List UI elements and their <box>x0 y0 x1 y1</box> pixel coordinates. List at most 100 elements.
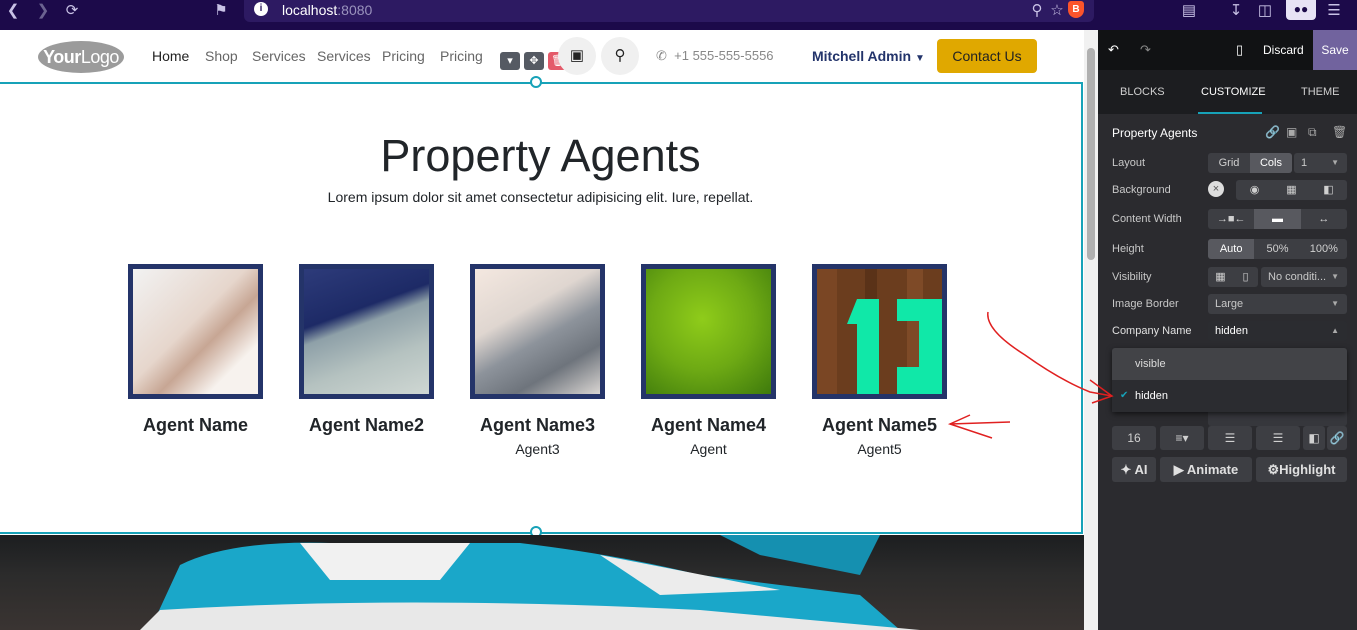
check-icon: ✔ <box>1120 390 1129 401</box>
agent-photo[interactable] <box>641 264 776 399</box>
forward-icon[interactable]: ❯ <box>34 0 52 20</box>
agent-photo[interactable] <box>470 264 605 399</box>
undo-icon[interactable]: ↶ <box>1108 30 1119 70</box>
scrollbar-thumb[interactable] <box>1087 48 1095 260</box>
redo-icon[interactable]: ↷ <box>1140 30 1151 70</box>
tab-theme[interactable]: THEME <box>1301 86 1340 98</box>
agent-role[interactable]: Agent3 <box>452 441 623 457</box>
link-icon[interactable]: 🔗 <box>1327 426 1347 450</box>
height-label: Height <box>1112 243 1144 255</box>
shape-icon[interactable]: ◧ <box>1310 180 1347 200</box>
brave-icon[interactable]: B <box>1068 1 1084 18</box>
nav-item-pricing[interactable]: Pricing <box>382 48 425 64</box>
background-options: ◉ ▦ ◧ <box>1236 180 1347 200</box>
agent-card: Agent Name4 Agent <box>623 264 794 457</box>
site-info-icon[interactable]: i <box>254 2 268 16</box>
width-small-icon[interactable]: →■← <box>1208 209 1254 229</box>
company-name-select[interactable]: hidden ▲ <box>1208 321 1347 341</box>
discard-button[interactable]: Discard <box>1263 30 1304 70</box>
nav-item-pricing-2[interactable]: Pricing <box>440 48 483 64</box>
bookmark-icon[interactable]: ⚑ <box>212 0 230 20</box>
agent-name[interactable]: Agent Name3 <box>452 415 623 436</box>
bullet-list-icon[interactable]: ☰ <box>1208 426 1252 450</box>
align-center-icon[interactable]: ≡▾ <box>1160 426 1204 450</box>
move-icon[interactable]: ✥ <box>524 52 544 70</box>
address-bar[interactable]: i localhost:8080 ⚲ ☆ B <box>244 0 1094 22</box>
editor-topbar: ↶ ↷ ▯ Discard Save <box>1098 30 1357 70</box>
back-icon[interactable]: ❮ <box>4 0 22 20</box>
nav-item-shop[interactable]: Shop <box>205 48 238 64</box>
reader-icon[interactable]: ▤ <box>1180 0 1198 20</box>
annotation-arrows <box>947 311 1114 439</box>
duplicate-icon[interactable]: ⧉ <box>1308 125 1317 140</box>
search-icon[interactable]: ⚲ <box>601 37 639 75</box>
site-logo[interactable]: YourLogo <box>38 41 124 73</box>
sidebar-icon[interactable]: ◫ <box>1256 0 1274 20</box>
layout-grid-option[interactable]: Grid <box>1208 153 1250 173</box>
agent-photo[interactable] <box>299 264 434 399</box>
save-block-icon[interactable]: ▣ <box>1286 125 1297 139</box>
star-icon[interactable]: ☆ <box>1048 0 1066 20</box>
animate-button[interactable]: ▶ Animate <box>1160 457 1252 482</box>
nav-item-home[interactable]: Home <box>152 48 189 64</box>
layout-cols-option[interactable]: Cols <box>1250 153 1292 173</box>
sneaker-image <box>140 535 920 630</box>
agent-photo-wood-image <box>817 269 942 394</box>
color-swatch-icon[interactable]: × <box>1208 181 1224 197</box>
nav-item-services-2[interactable]: Services <box>317 48 371 64</box>
active-tab-indicator <box>1198 112 1262 114</box>
link-icon[interactable]: 🔗 <box>1265 125 1280 139</box>
numbered-list-icon[interactable]: ☰ <box>1256 426 1300 450</box>
contact-us-button[interactable]: Contact Us <box>937 39 1037 73</box>
image-border-select[interactable]: Large ▼ <box>1208 294 1347 314</box>
section-subtitle[interactable]: Lorem ipsum dolor sit amet consectetur a… <box>0 189 1081 205</box>
mobile-hidden-icon[interactable]: ▯ <box>1233 267 1258 287</box>
width-regular-icon[interactable]: ▬ <box>1254 209 1301 229</box>
user-menu[interactable]: Mitchell Admin ▼ <box>812 48 925 64</box>
hero-image-section[interactable] <box>0 535 1084 630</box>
chevron-down-icon[interactable]: ▾ <box>500 52 520 70</box>
tab-customize[interactable]: CUSTOMIZE <box>1201 86 1266 98</box>
agent-name[interactable]: Agent Name4 <box>623 415 794 436</box>
caret-down-icon: ▼ <box>1331 272 1339 281</box>
width-full-icon[interactable]: ↔ <box>1301 209 1347 229</box>
agent-photo[interactable] <box>812 264 947 399</box>
section-title[interactable]: Property Agents <box>0 130 1081 182</box>
columns-select[interactable]: 1 ▼ <box>1294 153 1347 173</box>
reload-icon[interactable]: ⟳ <box>62 0 82 20</box>
caret-down-icon: ▼ <box>1331 158 1339 167</box>
trash-icon[interactable]: 🗑 <box>1332 125 1347 139</box>
dropdown-option-visible[interactable]: visible <box>1112 348 1347 380</box>
dropdown-option-hidden[interactable]: ✔ hidden <box>1112 380 1347 412</box>
phone-icon: ✆ <box>656 48 667 63</box>
image-icon[interactable]: ◧ <box>1303 426 1325 450</box>
cart-icon[interactable]: ▣ <box>558 37 596 75</box>
height-50-option[interactable]: 50% <box>1254 239 1300 259</box>
height-auto-option[interactable]: Auto <box>1208 239 1255 259</box>
editor-tabs: BLOCKS CUSTOMIZE THEME <box>1098 70 1357 114</box>
agent-role[interactable]: Agent <box>623 441 794 457</box>
camera-icon[interactable]: ◉ <box>1236 180 1273 200</box>
height-100-option[interactable]: 100% <box>1301 239 1347 259</box>
desktop-hidden-icon[interactable]: ▦ <box>1208 267 1233 287</box>
resize-handle-top[interactable] <box>530 76 542 88</box>
nav-item-services[interactable]: Services <box>252 48 306 64</box>
url-port: :8080 <box>337 2 373 18</box>
tab-blocks[interactable]: BLOCKS <box>1120 86 1165 98</box>
downloads-icon[interactable]: ↧ <box>1227 0 1245 20</box>
agent-name[interactable]: Agent Name2 <box>281 415 452 436</box>
highlight-button[interactable]: ⚙Highlight <box>1256 457 1347 482</box>
glasses-icon[interactable]: ●● <box>1286 0 1316 20</box>
ai-button[interactable]: ✦ AI <box>1112 457 1156 482</box>
mobile-preview-icon[interactable]: ▯ <box>1236 30 1243 70</box>
menu-icon[interactable]: ☰ <box>1325 0 1343 20</box>
agent-name[interactable]: Agent Name <box>110 415 281 436</box>
zoom-icon[interactable]: ⚲ <box>1028 0 1046 20</box>
agents-section[interactable]: Property Agents Lorem ipsum dolor sit am… <box>0 76 1083 538</box>
font-size-input[interactable]: 16 <box>1112 426 1156 450</box>
video-icon[interactable]: ▦ <box>1273 180 1310 200</box>
phone-contact[interactable]: ✆ +1 555-555-5556 <box>656 48 774 64</box>
agent-photo[interactable] <box>128 264 263 399</box>
visibility-select[interactable]: No conditi... ▼ <box>1261 267 1347 287</box>
save-button[interactable]: Save <box>1313 30 1357 70</box>
